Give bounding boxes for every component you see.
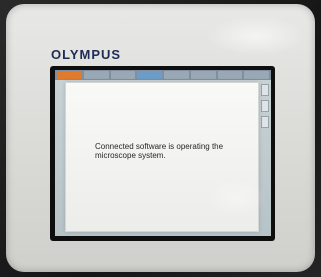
status-message: Connected software is operating the micr…	[95, 142, 224, 160]
photo-scene: OLYMPUS Connected software is operating …	[0, 0, 321, 277]
taskbar-tab[interactable]	[217, 71, 243, 79]
status-dialog: Connected software is operating the micr…	[65, 82, 266, 232]
screen-taskbar	[55, 70, 271, 80]
side-button[interactable]	[261, 116, 269, 128]
side-button[interactable]	[261, 84, 269, 96]
taskbar-tab[interactable]	[83, 71, 109, 79]
taskbar-tab[interactable]	[137, 71, 162, 79]
taskbar-tab[interactable]	[190, 71, 216, 79]
touch-screen[interactable]: Connected software is operating the micr…	[55, 70, 271, 236]
bezel-reflection	[206, 16, 306, 56]
side-button[interactable]	[261, 100, 269, 112]
taskbar-tab[interactable]	[110, 71, 136, 79]
taskbar-tab[interactable]	[164, 71, 189, 79]
taskbar-tab[interactable]	[57, 71, 82, 79]
brand-logo: OLYMPUS	[51, 47, 122, 62]
taskbar-tab[interactable]	[244, 71, 269, 79]
screen-glare	[206, 178, 266, 218]
